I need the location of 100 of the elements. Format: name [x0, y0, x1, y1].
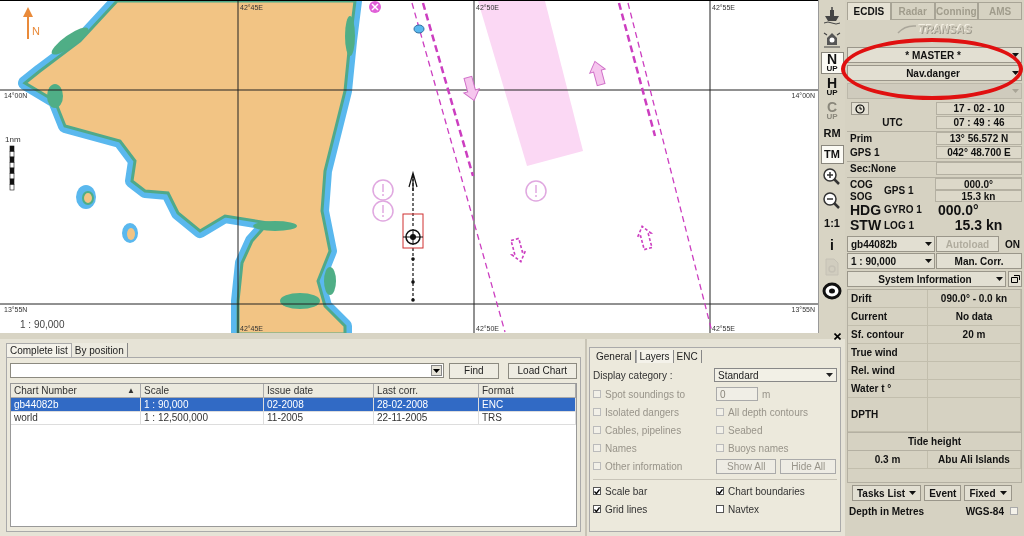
- own-ship-icon: [402, 213, 424, 249]
- mode-button[interactable]: TM: [820, 145, 844, 164]
- caret-icon: [909, 491, 917, 495]
- chart-dropdown[interactable]: gb44082b: [847, 236, 935, 252]
- checkbox-label: Scale bar: [605, 485, 648, 497]
- hdg-value: 000.0°: [937, 202, 980, 217]
- close-icon[interactable]: [834, 333, 841, 340]
- dashed-arrow-icon: [636, 225, 654, 251]
- info-value: 090.0° - 0.0 kn: [928, 290, 1021, 308]
- dropdown[interactable]: Nav.danger: [847, 65, 1022, 81]
- checkbox-label: Isolated dangers: [605, 406, 679, 418]
- checkbox-label: Spot soundings to: [605, 388, 686, 400]
- display-category-dropdown[interactable]: Standard: [714, 368, 837, 382]
- island-drawing: [76, 185, 138, 243]
- checkbox[interactable]: [716, 487, 724, 495]
- panel-button[interactable]: Event: [924, 485, 962, 501]
- sensor-label: GYRO 1: [883, 203, 923, 217]
- restore-button[interactable]: [1008, 271, 1022, 287]
- ring-icon-button[interactable]: [820, 280, 844, 302]
- info-label: True wind: [848, 344, 928, 362]
- mode-button[interactable]: 1:1: [820, 214, 844, 233]
- checkbox[interactable]: [593, 505, 601, 513]
- display-category-label: Display category :: [593, 369, 673, 381]
- lane-arrow-icon: [589, 60, 606, 87]
- dropdown[interactable]: * MASTER *: [847, 47, 1022, 63]
- mode-button[interactable]: i: [820, 235, 844, 254]
- restore-icon: [1010, 275, 1020, 283]
- caret-icon: [999, 491, 1007, 495]
- caution-icon: [372, 200, 394, 222]
- caret-icon: [826, 373, 833, 377]
- info-label: Sf. contour: [848, 326, 928, 344]
- logo-swoosh-icon: [897, 24, 918, 34]
- course-vector: [411, 247, 415, 302]
- tab[interactable]: Layers: [635, 350, 674, 363]
- position-sensor-label: GPS 1: [849, 146, 881, 159]
- caret-icon: [1012, 53, 1019, 57]
- chart-scale-label: 1 : 90,000: [20, 319, 65, 330]
- caret-icon: [925, 259, 932, 263]
- heading-line: [408, 170, 418, 227]
- checkbox-label: Navtex: [728, 503, 760, 515]
- find-button[interactable]: Find: [449, 362, 499, 379]
- checkbox[interactable]: [593, 487, 601, 495]
- system-information-dropdown[interactable]: System Information: [847, 271, 1006, 287]
- latitude-value: 13° 56.572 N: [936, 132, 1022, 145]
- cog-label: COG: [849, 178, 874, 190]
- caret-icon: [996, 277, 1003, 281]
- info-label: DPTH: [848, 398, 928, 432]
- logo-text: TRANSAS: [918, 23, 972, 35]
- caution-icon: [372, 179, 394, 201]
- longitude-value: 042° 48.700 E: [936, 146, 1022, 159]
- checkbox-label: All depth contours: [728, 406, 809, 418]
- time-zone-label: UTC: [881, 116, 904, 129]
- checkbox[interactable]: [1010, 507, 1018, 515]
- tab[interactable]: ENC: [673, 350, 702, 363]
- tab[interactable]: General: [593, 350, 636, 363]
- orientation-button[interactable]: N UP: [820, 52, 844, 74]
- info-label: Water t °: [848, 380, 928, 398]
- info-label: Current: [848, 308, 928, 326]
- tide-height-label: Tide height: [847, 433, 1022, 451]
- clock-icon: [855, 103, 865, 114]
- checkbox-label: Other information: [605, 460, 683, 472]
- north-label: N: [32, 25, 40, 37]
- clock-button[interactable]: [851, 102, 869, 115]
- sog-value: 15.3 kn: [935, 190, 1022, 202]
- stw-value: 15.3 kn: [953, 217, 1004, 233]
- correction-button[interactable]: Man. Corr.: [936, 253, 1022, 269]
- secondary-source-label: Sec:None: [849, 162, 898, 175]
- scale-bar-label: 1nm: [5, 135, 21, 144]
- checkbox-label: Names: [605, 442, 637, 454]
- search-field[interactable]: [10, 363, 445, 378]
- caret-icon: [433, 368, 441, 373]
- buoy-icon: [413, 24, 425, 34]
- panel-button[interactable]: Tasks List: [852, 485, 922, 501]
- scale-dropdown[interactable]: 1 : 90,000: [847, 253, 935, 269]
- datum-label: WGS-84: [964, 505, 1004, 517]
- checkbox-label: Seabed: [728, 424, 763, 436]
- stw-label: STW: [849, 217, 881, 233]
- tab[interactable]: By position: [71, 343, 128, 357]
- info-label: Rel. wind: [848, 362, 928, 380]
- panel-button[interactable]: Fixed: [964, 485, 1012, 501]
- sensor-label: LOG 1: [883, 218, 915, 233]
- tab[interactable]: ECDIS: [847, 2, 891, 20]
- sensor-label: GPS 1: [883, 183, 915, 198]
- sort-arrow: ▲: [127, 386, 135, 395]
- lane-arrow-icon: [463, 75, 480, 102]
- table-row[interactable]: gb44082b 1 : 90,000 02-2008 28-02-2008 ENC: [11, 398, 576, 411]
- caret-icon: [1012, 89, 1019, 93]
- checkbox-label: Chart boundaries: [728, 485, 805, 497]
- autoload-state: ON: [1004, 237, 1021, 252]
- north-arrow-icon: [23, 7, 33, 40]
- table-row[interactable]: world 1 : 12,500,000 11-2005 22-11-2005 TRS: [11, 411, 576, 424]
- mode-button[interactable]: RM: [820, 124, 844, 143]
- tab[interactable]: Complete list: [6, 343, 72, 357]
- checkbox[interactable]: [716, 505, 724, 513]
- load-chart-button[interactable]: Load Chart: [507, 362, 577, 379]
- orientation-button[interactable]: H UP: [820, 76, 844, 98]
- position-source-label: Prim: [849, 132, 874, 145]
- depth-units-label: Depth in Metres: [848, 505, 924, 517]
- tide-place: Abu Ali Islands: [928, 451, 1021, 469]
- caret-icon: [1012, 71, 1019, 75]
